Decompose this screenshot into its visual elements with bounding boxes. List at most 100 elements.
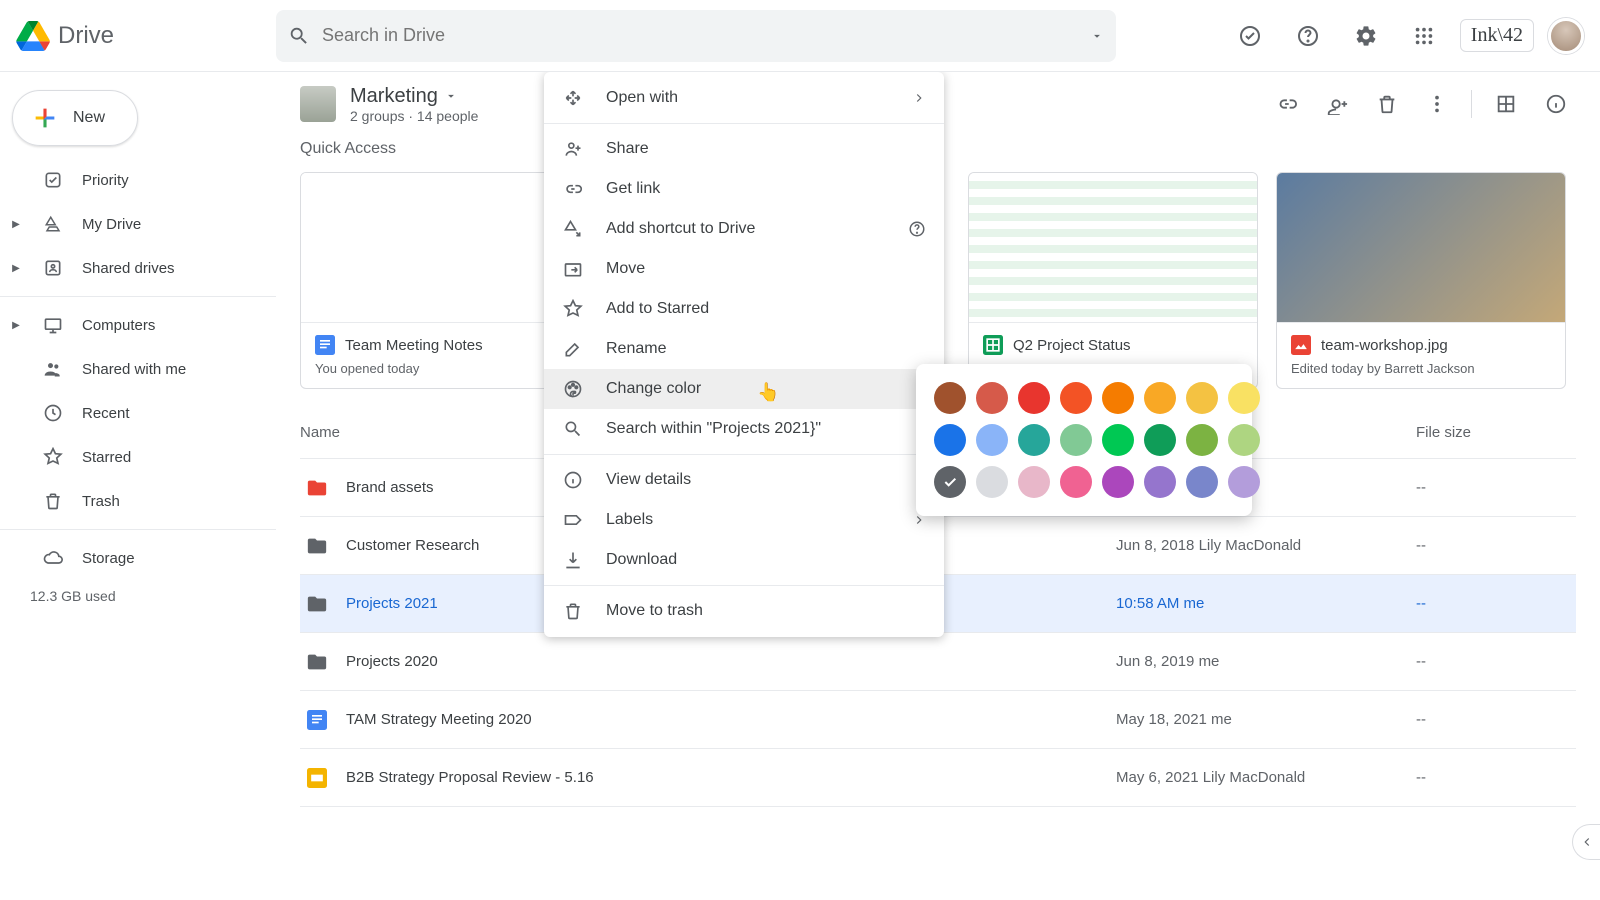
quick-access-card[interactable]: Q2 Project Status	[968, 172, 1258, 389]
breadcrumb-title[interactable]: Marketing	[350, 85, 478, 108]
sidebar-item-recent[interactable]: Recent	[0, 391, 276, 435]
side-panel-toggle[interactable]	[1572, 824, 1600, 860]
download-icon	[562, 550, 584, 570]
help-icon[interactable]	[1286, 14, 1330, 58]
ctx-download[interactable]: Download	[544, 540, 944, 580]
new-button[interactable]: New	[12, 90, 138, 146]
ctx-label: Labels	[606, 511, 653, 529]
ctx-trash[interactable]: Move to trash	[544, 591, 944, 631]
settings-icon[interactable]	[1344, 14, 1388, 58]
ctx-search[interactable]: Search within "Projects 2021}"	[544, 409, 944, 449]
color-swatch[interactable]	[1102, 466, 1134, 498]
card-preview	[969, 173, 1257, 323]
color-swatch[interactable]	[1102, 382, 1134, 414]
modified-cell: Jun 8, 2018 Lily MacDonald	[1116, 537, 1416, 554]
ctx-label[interactable]: Labels	[544, 500, 944, 540]
color-swatch[interactable]	[1228, 466, 1260, 498]
color-swatch[interactable]	[1186, 382, 1218, 414]
color-swatch[interactable]	[934, 382, 966, 414]
file-name: TAM Strategy Meeting 2020	[346, 711, 532, 728]
offline-ready-icon[interactable]	[1228, 14, 1272, 58]
ctx-color[interactable]: Change color	[544, 369, 944, 409]
nav-icon	[42, 491, 64, 511]
workspace-badge[interactable]: Ink\42	[1460, 19, 1534, 52]
modified-cell: May 6, 2021 Lily MacDonald	[1116, 769, 1416, 786]
ctx-label: Change color	[606, 380, 701, 398]
sidebar-item-shared-drives[interactable]: ▶Shared drives	[0, 246, 276, 290]
more-actions-button[interactable]	[1417, 84, 1457, 124]
ctx-rename[interactable]: Rename	[544, 329, 944, 369]
color-swatch[interactable]	[1018, 424, 1050, 456]
search-bar[interactable]	[276, 10, 1116, 62]
drive-logo[interactable]: Drive	[16, 21, 276, 51]
breadcrumb-thumbnail	[300, 86, 336, 122]
account-avatar[interactable]	[1548, 18, 1584, 54]
color-swatch[interactable]	[1102, 424, 1134, 456]
chevron-down-icon	[444, 89, 458, 103]
rename-icon	[562, 339, 584, 359]
apps-icon[interactable]	[1402, 14, 1446, 58]
color-swatch[interactable]	[1228, 382, 1260, 414]
sidebar-item-computers[interactable]: ▶Computers	[0, 303, 276, 347]
ctx-move[interactable]: Move	[544, 249, 944, 289]
color-swatch[interactable]	[976, 466, 1008, 498]
file-type-icon	[983, 335, 1003, 355]
search-input[interactable]	[322, 25, 1078, 46]
ctx-star[interactable]: Add to Starred	[544, 289, 944, 329]
new-button-label: New	[73, 109, 105, 127]
sidebar-item-starred[interactable]: Starred	[0, 435, 276, 479]
color-swatch[interactable]	[1060, 424, 1092, 456]
search-icon	[562, 419, 584, 439]
color-swatch[interactable]	[976, 382, 1008, 414]
sidebar-item-storage[interactable]: Storage	[0, 536, 276, 580]
ctx-open[interactable]: Open with	[544, 78, 944, 118]
color-swatch[interactable]	[1060, 382, 1092, 414]
color-swatch[interactable]	[934, 424, 966, 456]
color-swatch[interactable]	[1144, 382, 1176, 414]
ctx-info[interactable]: View details	[544, 460, 944, 500]
color-swatch[interactable]	[1060, 466, 1092, 498]
chevron-right-icon	[912, 91, 926, 105]
sidebar: New Priority ▶My Drive▶Shared drives ▶Com…	[0, 72, 276, 900]
file-icon	[306, 710, 328, 730]
sidebar-item-shared-with-me[interactable]: Shared with me	[0, 347, 276, 391]
table-row[interactable]: B2B Strategy Proposal Review - 5.16 May …	[300, 749, 1576, 807]
help-icon[interactable]	[908, 220, 926, 238]
trash-button[interactable]	[1367, 84, 1407, 124]
column-header-size[interactable]: File size	[1416, 424, 1576, 441]
color-swatch[interactable]	[1186, 424, 1218, 456]
sidebar-item-trash[interactable]: Trash	[0, 479, 276, 523]
details-button[interactable]	[1536, 84, 1576, 124]
get-link-button[interactable]	[1267, 84, 1307, 124]
sidebar-item-label: Priority	[82, 172, 129, 189]
size-cell: --	[1416, 595, 1576, 612]
color-swatch[interactable]	[1144, 424, 1176, 456]
table-row[interactable]: TAM Strategy Meeting 2020 May 18, 2021 m…	[300, 691, 1576, 749]
info-icon	[562, 470, 584, 490]
view-toggle-button[interactable]	[1486, 84, 1526, 124]
color-swatch[interactable]	[1018, 382, 1050, 414]
color-swatch[interactable]	[976, 424, 1008, 456]
share-button[interactable]	[1317, 84, 1357, 124]
ctx-link[interactable]: Get link	[544, 169, 944, 209]
color-swatch[interactable]	[1228, 424, 1260, 456]
sidebar-item-my-drive[interactable]: ▶My Drive	[0, 202, 276, 246]
color-swatch[interactable]	[1186, 466, 1218, 498]
color-swatch[interactable]	[1018, 466, 1050, 498]
shortcut-icon	[562, 219, 584, 239]
ctx-shortcut[interactable]: Add shortcut to Drive	[544, 209, 944, 249]
card-title: Q2 Project Status	[1013, 337, 1131, 354]
file-type-icon	[1291, 335, 1311, 355]
ctx-share[interactable]: Share	[544, 129, 944, 169]
ctx-label: Search within "Projects 2021}"	[606, 420, 821, 438]
color-swatch[interactable]	[1144, 466, 1176, 498]
size-cell: --	[1416, 479, 1576, 496]
size-cell: --	[1416, 711, 1576, 728]
table-row[interactable]: Projects 2020 Jun 8, 2019 me --	[300, 633, 1576, 691]
sidebar-item-priority[interactable]: Priority	[0, 158, 276, 202]
quick-access-card[interactable]: team-workshop.jpg Edited today by Barret…	[1276, 172, 1566, 389]
color-swatch[interactable]	[934, 466, 966, 498]
context-menu: Open with ShareGet linkAdd shortcut to Dr…	[544, 72, 944, 637]
card-subtitle: Edited today by Barrett Jackson	[1291, 361, 1551, 376]
search-options-icon[interactable]	[1090, 29, 1104, 43]
